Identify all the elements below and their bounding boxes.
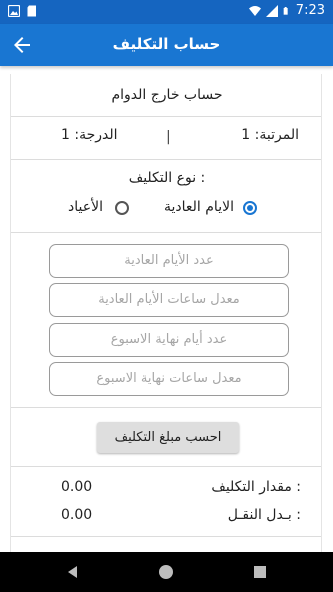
holidays-option-label[interactable]: الأعياد bbox=[68, 199, 103, 215]
weekend-hours-input[interactable]: معدل ساعات نهاية الاسبوع bbox=[49, 362, 289, 396]
divider bbox=[11, 536, 321, 537]
sd-card-icon bbox=[27, 5, 36, 17]
photo-notification-icon bbox=[8, 5, 20, 17]
divider bbox=[11, 466, 321, 467]
wifi-icon bbox=[248, 5, 261, 16]
status-bar: 7:23 bbox=[0, 0, 333, 24]
nav-recents-icon[interactable] bbox=[254, 566, 266, 578]
info-separator: | bbox=[166, 129, 171, 145]
regular-days-hours-input[interactable]: معدل ساعات الأيام العادية bbox=[49, 283, 289, 317]
amount-value: 0.00 bbox=[61, 479, 93, 495]
form-heading: حساب خارج الدوام bbox=[111, 87, 223, 103]
divider bbox=[11, 232, 321, 233]
status-time: 7:23 bbox=[295, 3, 325, 18]
calculate-amount-button[interactable]: احسب مبلغ التكليف bbox=[97, 422, 239, 453]
transport-label: بـدل النقـل : bbox=[227, 507, 301, 523]
rank-label: المرتبة: 1 bbox=[241, 127, 299, 143]
divider bbox=[11, 407, 321, 408]
grade-label: الدرجة: 1 bbox=[61, 127, 118, 143]
form-card: حساب خارج الدوام المرتبة: 1 | الدرجة: 1 … bbox=[10, 74, 322, 552]
system-navigation-bar bbox=[0, 552, 333, 592]
divider bbox=[11, 159, 321, 160]
regular-days-option-label[interactable]: الايام العادية bbox=[164, 199, 234, 215]
weekend-days-count-input[interactable]: عدد أيام نهاية الاسبوع bbox=[49, 323, 289, 357]
transport-value: 0.00 bbox=[61, 507, 93, 523]
regular-days-count-input[interactable]: عدد الأيام العادية bbox=[49, 244, 289, 278]
holidays-radio[interactable] bbox=[115, 201, 129, 215]
regular-days-radio[interactable] bbox=[243, 201, 257, 215]
nav-home-icon[interactable] bbox=[159, 565, 173, 579]
nav-back-icon[interactable] bbox=[68, 566, 77, 578]
signal-icon bbox=[265, 4, 278, 17]
app-bar: حساب التكليف bbox=[0, 24, 333, 66]
battery-icon bbox=[283, 6, 288, 15]
page-title: حساب التكليف bbox=[112, 35, 221, 53]
amount-label: مقدار التكليف : bbox=[211, 479, 301, 495]
assignment-type-label: نوع التكليف : bbox=[128, 170, 206, 186]
divider bbox=[11, 116, 321, 117]
